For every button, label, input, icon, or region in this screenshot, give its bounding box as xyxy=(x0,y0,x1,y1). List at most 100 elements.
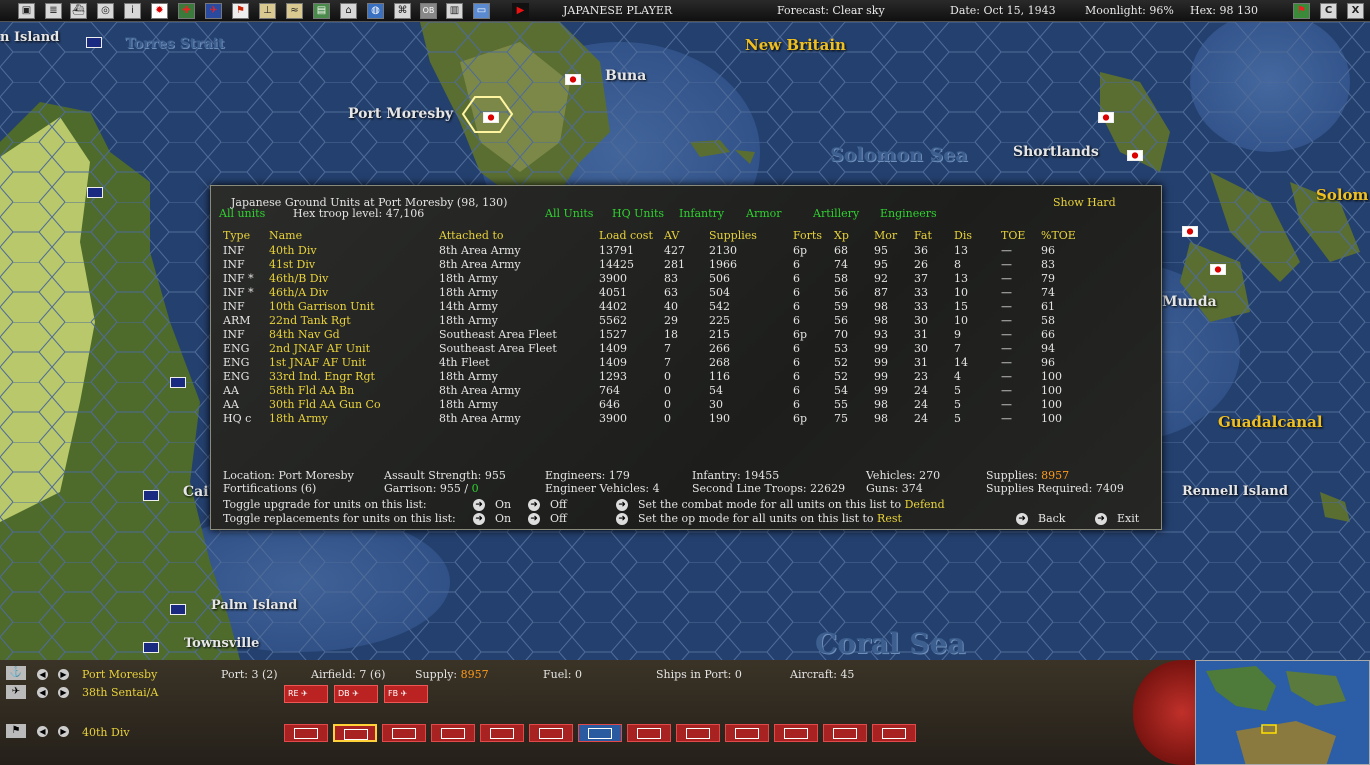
ships-icon[interactable]: ⛴ xyxy=(70,3,87,19)
replacements-off-button[interactable]: ➜ Off xyxy=(528,512,567,526)
airfield-icon[interactable]: ⊥ xyxy=(259,3,276,19)
cell-name[interactable]: 84th Nav Gd xyxy=(269,328,340,342)
col-av[interactable]: AV xyxy=(664,229,679,243)
col-xp[interactable]: Xp xyxy=(834,229,849,243)
back-button[interactable]: ➜ Back xyxy=(1016,512,1065,526)
info-icon[interactable]: i xyxy=(124,3,141,19)
prev-base-button[interactable]: ◀ xyxy=(37,669,48,680)
japan-unit-icon[interactable] xyxy=(1182,226,1198,237)
japan-unit-icon[interactable] xyxy=(1127,150,1143,161)
table-row[interactable]: AA 58th Fld AA Bn 8th Area Army 764 0 54 6 54 99… xyxy=(211,384,1161,398)
filter-artillery[interactable]: Artillery xyxy=(813,207,859,221)
report-icon[interactable]: ▣ xyxy=(18,3,35,19)
ground-unit-name[interactable]: 40th Div xyxy=(82,726,130,739)
globe-icon[interactable]: ◍ xyxy=(367,3,384,19)
cell-name[interactable]: 30th Fld AA Gun Co xyxy=(269,398,381,412)
cell-name[interactable]: 10th Garrison Unit xyxy=(269,300,375,314)
combat-mode-button[interactable]: ➜ Set the combat mode for all units on th… xyxy=(616,498,945,512)
cell-name[interactable]: 2nd JNAF AF Unit xyxy=(269,342,370,356)
upgrade-on-button[interactable]: ➜ On xyxy=(473,498,511,512)
australia-flag-icon[interactable] xyxy=(170,377,186,388)
cell-name[interactable]: 18th Army xyxy=(269,412,328,426)
filter-armor[interactable]: Armor xyxy=(746,207,782,221)
table-row[interactable]: INF 10th Garrison Unit 14th Army 4402 40 542 6… xyxy=(211,300,1161,314)
col-name[interactable]: Name xyxy=(269,229,302,243)
upgrade-off-button[interactable]: ➜ Off xyxy=(528,498,567,512)
show-hard-button[interactable]: Show Hard xyxy=(1053,196,1116,210)
c-icon[interactable]: C xyxy=(1320,3,1337,19)
filter-infantry[interactable]: Infantry xyxy=(679,207,724,221)
all-units-filter-left[interactable]: All units xyxy=(219,207,265,221)
groups-icon[interactable]: ◎ xyxy=(97,3,114,19)
col-toe[interactable]: TOE xyxy=(1001,229,1025,243)
col-dis[interactable]: Dis xyxy=(954,229,972,243)
close-icon[interactable]: X xyxy=(1347,3,1364,19)
cell-name[interactable]: 1st JNAF AF Unit xyxy=(269,356,366,370)
filter-hq-units[interactable]: HQ Units xyxy=(612,207,664,221)
australia-flag-icon[interactable] xyxy=(170,604,186,615)
flag-icon[interactable]: ⚑ xyxy=(6,724,26,738)
ob-icon[interactable]: OB xyxy=(420,3,437,19)
table-row[interactable]: INF 84th Nav Gd Southeast Area Fleet 1527 18… xyxy=(211,328,1161,342)
col-fat[interactable]: Fat xyxy=(914,229,932,243)
plus-icon[interactable]: ✚ xyxy=(178,3,195,19)
unit-counter[interactable] xyxy=(480,724,524,742)
australia-flag-icon[interactable] xyxy=(86,37,102,48)
unit-counter[interactable] xyxy=(382,724,426,742)
unit-counter[interactable] xyxy=(284,724,328,742)
next-air-button[interactable]: ▶ xyxy=(58,687,69,698)
japan-unit-icon[interactable] xyxy=(1098,112,1114,123)
dive-bomber-button[interactable]: DB ✈ xyxy=(334,685,378,703)
flag-icon[interactable]: ⚑ xyxy=(1293,3,1310,19)
table-row[interactable]: INF 40th Div 8th Area Army 13791 427 2130 6p 68… xyxy=(211,244,1161,258)
cell-name[interactable]: 58th Fld AA Bn xyxy=(269,384,354,398)
cell-name[interactable]: 22nd Tank Rgt xyxy=(269,314,351,328)
unit-counter[interactable] xyxy=(725,724,769,742)
base-icon[interactable]: ⚓ xyxy=(6,666,26,680)
exit-button[interactable]: ➜ Exit xyxy=(1095,512,1139,526)
table-row[interactable]: INF * 46th/B Div 18th Army 3900 83 506 6 58 92 37… xyxy=(211,272,1161,286)
cell-name[interactable]: 41st Div xyxy=(269,258,315,272)
network-icon[interactable]: ⌘ xyxy=(394,3,411,19)
base-name[interactable]: Port Moresby xyxy=(82,668,157,681)
table-row[interactable]: HQ c 18th Army 8th Area Army 3900 0 190 6p 75 98… xyxy=(211,412,1161,426)
cell-name[interactable]: 46th/A Div xyxy=(269,286,328,300)
unit-counter[interactable] xyxy=(627,724,671,742)
cell-name[interactable]: 33rd Ind. Engr Rgt xyxy=(269,370,375,384)
unit-counter[interactable] xyxy=(529,724,573,742)
fighter-bomber-button[interactable]: FB ✈ xyxy=(384,685,428,703)
col-type[interactable]: Type xyxy=(223,229,250,243)
col-supplies[interactable]: Supplies xyxy=(709,229,757,243)
table-row[interactable]: INF 41st Div 8th Area Army 14425 281 1966 6 74 9… xyxy=(211,258,1161,272)
col-forts[interactable]: Forts xyxy=(793,229,822,243)
table-row[interactable]: INF * 46th/A Div 18th Army 4051 63 504 6 56 87 33… xyxy=(211,286,1161,300)
unit-counter[interactable] xyxy=(578,724,622,742)
australia-flag-icon[interactable] xyxy=(143,490,159,501)
film-icon[interactable]: ▥ xyxy=(446,3,463,19)
australia-flag-icon[interactable] xyxy=(143,642,159,653)
col-attached[interactable]: Attached to xyxy=(439,229,504,243)
filter-all-units[interactable]: All Units xyxy=(545,207,593,221)
australia-flag-icon[interactable] xyxy=(87,187,103,198)
play-icon[interactable]: ▶ xyxy=(512,3,529,19)
cell-name[interactable]: 46th/B Div xyxy=(269,272,328,286)
flag-icon[interactable]: ⚑ xyxy=(232,3,249,19)
col-ptoe[interactable]: %TOE xyxy=(1041,229,1076,243)
table-row[interactable]: ENG 2nd JNAF AF Unit Southeast Area Fleet 1… xyxy=(211,342,1161,356)
table-row[interactable]: ENG 1st JNAF AF Unit 4th Fleet 1409 7 268 6 52 9… xyxy=(211,356,1161,370)
replacements-on-button[interactable]: ➜ On xyxy=(473,512,511,526)
route-icon[interactable]: ≈ xyxy=(286,3,303,19)
filter-engineers[interactable]: Engineers xyxy=(880,207,937,221)
op-mode-button[interactable]: ➜ Set the op mode for all units on this l… xyxy=(616,512,902,526)
air-unit-name[interactable]: 38th Sentai/A xyxy=(82,686,158,699)
col-load[interactable]: Load cost xyxy=(599,229,653,243)
table-row[interactable]: ENG 33rd Ind. Engr Rgt 18th Army 1293 0 116 6 5… xyxy=(211,370,1161,384)
prev-air-button[interactable]: ◀ xyxy=(37,687,48,698)
next-base-button[interactable]: ▶ xyxy=(58,669,69,680)
list-icon[interactable]: ≣ xyxy=(45,3,62,19)
unit-counter[interactable] xyxy=(774,724,818,742)
base-icon[interactable]: ⌂ xyxy=(340,3,357,19)
table-row[interactable]: AA 30th Fld AA Gun Co 18th Army 646 0 30 6 55 98… xyxy=(211,398,1161,412)
col-mor[interactable]: Mor xyxy=(874,229,897,243)
unit-counter[interactable] xyxy=(872,724,916,742)
